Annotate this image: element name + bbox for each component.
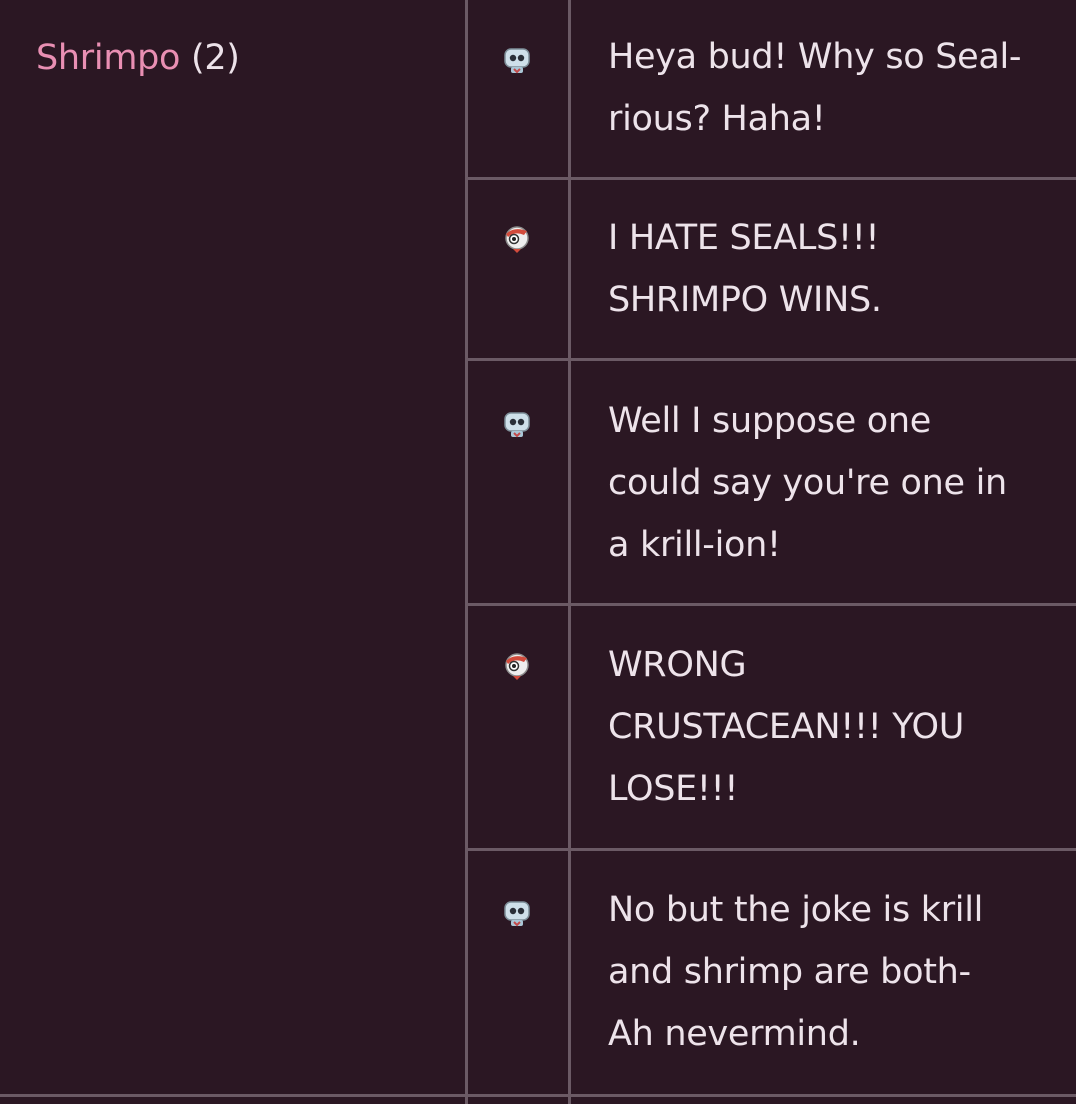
- dialogue-row: I HATE SEALS!!! SHRIMPO WINS.: [468, 180, 1076, 358]
- character-name-link[interactable]: Shrimpo: [36, 38, 180, 78]
- dialogue-row: Heya bud! Why so Seal- rious? Haha!: [468, 0, 1076, 177]
- dialogue-text: No but the joke is krill and shrimp are …: [608, 890, 984, 1054]
- character-cell: Shrimpo (2): [0, 0, 465, 1104]
- speaker-icon-cell: [468, 0, 569, 177]
- shrimpo-icon: [505, 226, 529, 253]
- dialogue-text: WRONG CRUSTACEAN!!! YOU LOSE!!!: [608, 645, 965, 809]
- dandy-icon: [504, 48, 530, 74]
- dandy-icon: [504, 412, 530, 438]
- table-bottom-border: [0, 1094, 1076, 1097]
- speaker-icon-cell: [468, 606, 569, 848]
- dialogue-text: Well I suppose one could say you're one …: [608, 401, 1007, 565]
- dandy-icon: [504, 901, 530, 927]
- character-line-count: (2): [190, 38, 240, 78]
- shrimpo-icon: [505, 653, 529, 680]
- dialogue-text: I HATE SEALS!!! SHRIMPO WINS.: [608, 218, 882, 320]
- dialogue-text: Heya bud! Why so Seal- rious? Haha!: [608, 37, 1022, 139]
- speaker-icon-cell: [468, 180, 569, 358]
- dialogue-row: Well I suppose one could say you're one …: [468, 361, 1076, 603]
- speaker-icon-cell: [468, 361, 569, 603]
- dialogue-row: WRONG CRUSTACEAN!!! YOU LOSE!!!: [468, 606, 1076, 848]
- speaker-icon-cell: [468, 851, 569, 1094]
- character-heading: Shrimpo (2): [36, 36, 240, 80]
- dialogue-row: No but the joke is krill and shrimp are …: [468, 851, 1076, 1094]
